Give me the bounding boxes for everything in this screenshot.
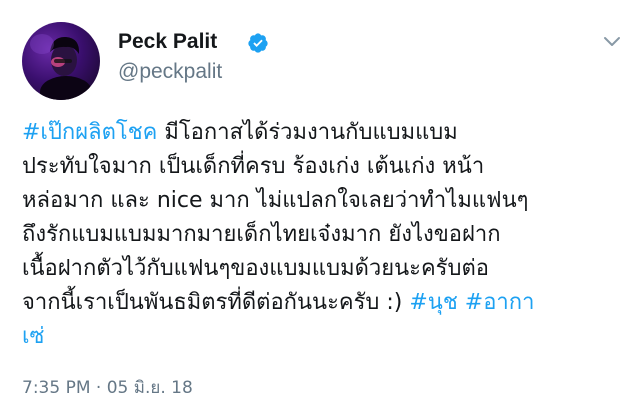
- verified-badge-icon: [248, 33, 268, 53]
- hashtag-link[interactable]: #นุช: [409, 290, 457, 315]
- hashtag-link[interactable]: เซ่: [22, 324, 44, 349]
- avatar[interactable]: [22, 22, 100, 100]
- tweet-timestamp[interactable]: 7:35 PM · 05 มิ.ย. 18: [22, 374, 193, 401]
- tweet-line: เซ่: [22, 320, 622, 354]
- tweet-text: #เป๊กผลิตโชค มีโอกาสได้ร่วมงานกับแบมแบม …: [22, 116, 622, 354]
- hashtag-link[interactable]: #อากา: [465, 290, 535, 315]
- avatar-photo: [30, 34, 92, 100]
- hashtag-link[interactable]: #เป๊กผลิตโชค: [22, 120, 157, 145]
- tweet-line: เนื้อฝากตัวไว้กับแฟนๆของแบมแบมด้วยนะครับ…: [22, 256, 489, 281]
- tweet-line: จากนี้เราเป็นพันธมิตรที่ดีต่อกันนะครับ :…: [22, 286, 622, 320]
- tweet-line: หล่อมาก และ nice มาก ไม่แปลกใจเลยว่าทำไม…: [22, 188, 529, 213]
- tweet-line: #เป๊กผลิตโชค มีโอกาสได้ร่วมงานกับแบมแบม: [22, 116, 622, 150]
- tweet-line-text: จากนี้เราเป็นพันธมิตรที่ดีต่อกันนะครับ :…: [22, 290, 410, 315]
- tweet-line-text: มีโอกาสได้ร่วมงานกับแบมแบม: [157, 120, 458, 145]
- tweet-line: ถึงรักแบมแบมมากมายเด็กไทยเจ๋งมาก ยังไงขอ…: [22, 222, 501, 247]
- display-name[interactable]: Peck Palit: [118, 30, 217, 54]
- chevron-down-icon[interactable]: [601, 30, 623, 52]
- tweet-line: ประทับใจมาก เป็นเด็กที่ครบ ร้องเก่ง เต้น…: [22, 154, 485, 179]
- tweet-card: Peck Palit @peckpalit #เป๊กผลิตโชค มีโอก…: [0, 0, 640, 411]
- tweet-line-space: [458, 290, 465, 315]
- user-handle[interactable]: @peckpalit: [118, 60, 222, 84]
